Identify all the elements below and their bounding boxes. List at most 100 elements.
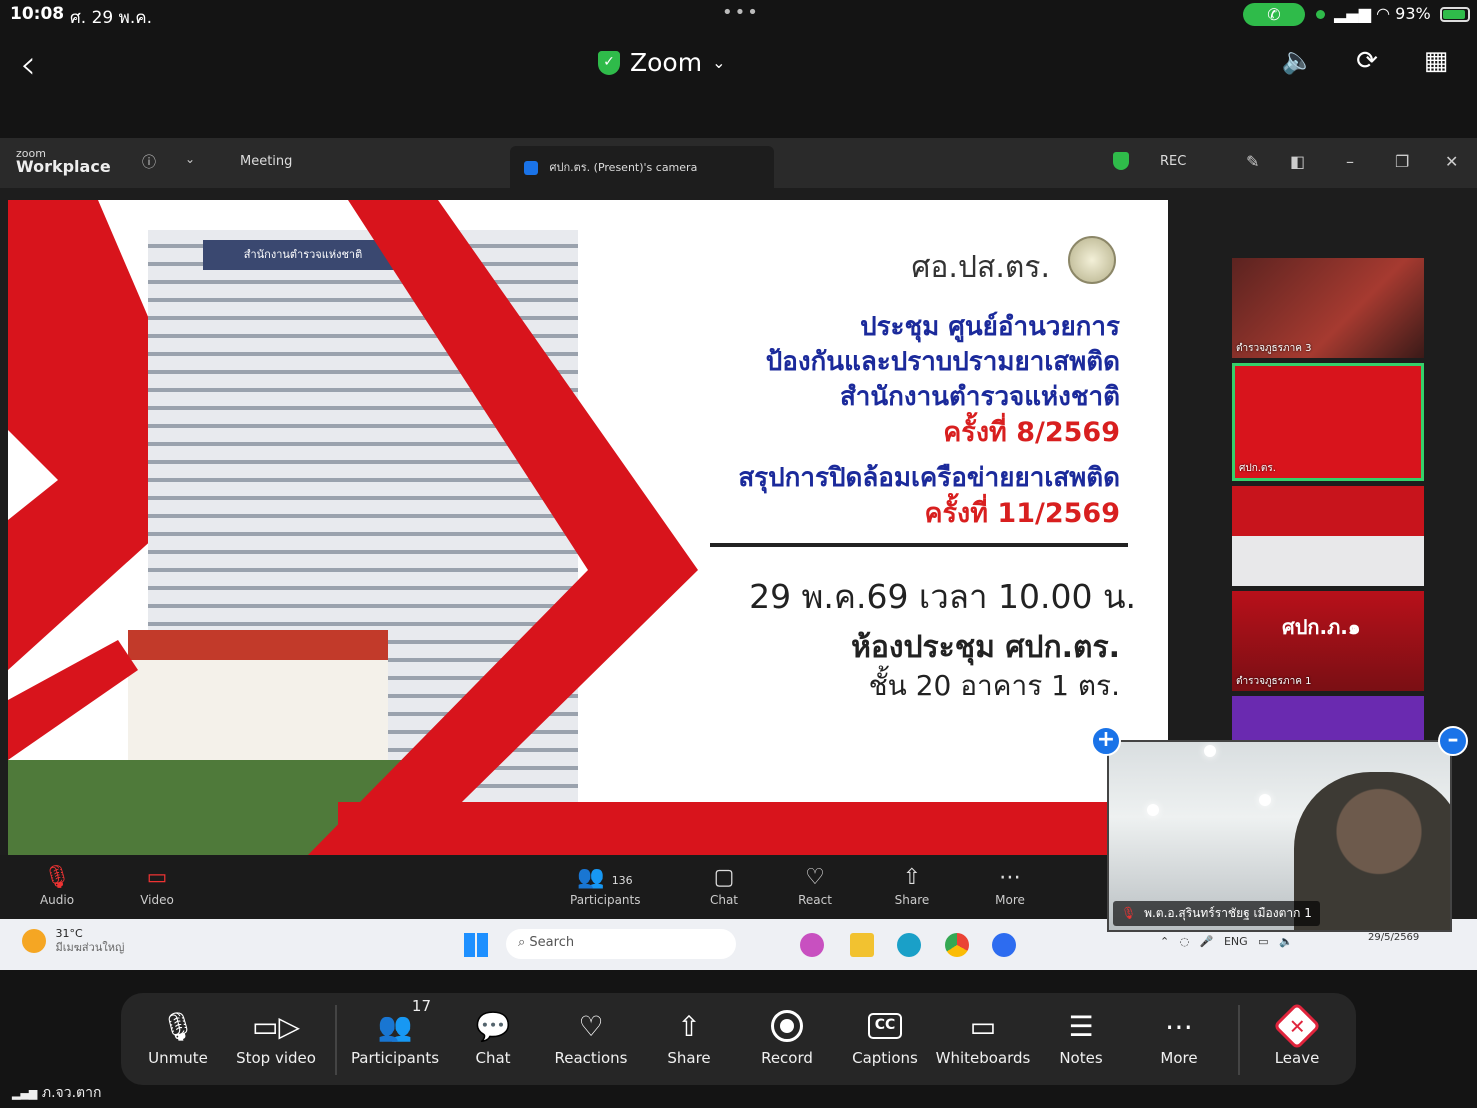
- zoom-header: ‹ ✓ Zoom ⌄ 🔈 ⟳ ▦: [0, 30, 1477, 108]
- more-icon: ⋯: [1165, 1009, 1193, 1043]
- minimize-icon: –: [1346, 152, 1354, 171]
- chat-button[interactable]: 💬 Chat: [445, 1007, 541, 1068]
- status-date: ศ. 29 พ.ค.: [70, 8, 153, 28]
- leave-icon: ✕: [1249, 1001, 1345, 1051]
- language-indicator: ENG: [1223, 935, 1248, 948]
- toolbar-separator: [335, 1005, 337, 1075]
- participant-strip: ตำรวจภูธรภาค 3 ศปก.ตร. ศปก.ภ.๑ ตำรวจภูธร…: [1232, 258, 1424, 761]
- muted-mic-icon: 🎙: [1121, 906, 1137, 920]
- slide-red-bar: [338, 802, 1168, 855]
- chevron-down-icon: ⌄: [185, 152, 196, 166]
- pen-icon: ✎: [1246, 152, 1260, 171]
- participants-button[interactable]: 👥 17 Participants: [347, 997, 443, 1067]
- notes-button[interactable]: ☰ Notes: [1033, 1007, 1129, 1068]
- more-button[interactable]: ⋯ More: [1131, 1007, 1227, 1068]
- camera-tab-icon: [524, 161, 538, 175]
- edge-icon: [897, 933, 921, 957]
- back-chevron-icon[interactable]: ‹: [20, 42, 36, 88]
- chat-bubble-icon: 💬: [475, 1009, 511, 1043]
- camera-in-use-icon: [1316, 10, 1325, 19]
- signal-icon: ▂▄▆: [12, 1087, 38, 1100]
- tile-banner-text: ศปก.ภ.๑: [1282, 615, 1361, 639]
- more-icon: ⋯: [999, 865, 1021, 890]
- info-icon: ⓘ: [142, 155, 156, 171]
- slide-divider: [710, 543, 1128, 547]
- record-icon: [739, 1007, 835, 1045]
- pc-video-button: ▭ Video: [122, 865, 192, 907]
- pc-shield-icon: [1113, 152, 1129, 170]
- pc-rec-label: REC: [1160, 154, 1187, 169]
- toolbar-separator: [1238, 1005, 1240, 1075]
- taskbar-clock: 29/5/2569: [1368, 931, 1419, 945]
- slide-date: 29 พ.ค.69 เวลา 10.00 น.: [749, 577, 1136, 616]
- pip-minimize-icon[interactable]: –: [1438, 726, 1468, 756]
- slide-line-4: ครั้งที่ 8/2569: [943, 417, 1120, 448]
- carrier-label: ▂▄▆ ภ.จว.ตาก: [12, 1085, 102, 1101]
- pc-zoom-toolbar: 🎙 Audio ▭ Video 👥 136 Participants ▢ Cha…: [0, 855, 1108, 919]
- status-indicators: ▂▄▆ ◠ 93%: [1316, 4, 1470, 23]
- muted-mic-icon: 🎙: [160, 1009, 196, 1043]
- pc-share-button: ⇧ Share: [877, 865, 947, 907]
- speaker-icon[interactable]: 🔈: [1280, 46, 1316, 82]
- muted-mic-icon: 🎙: [43, 865, 71, 890]
- weather-desc: มีเมฆส่วนใหญ่: [55, 941, 125, 954]
- participant-tile: ศปก.ภ.๑ ตำรวจภูธรภาค 1: [1232, 591, 1424, 691]
- reactions-button[interactable]: ♡ Reactions: [543, 1007, 639, 1068]
- meeting-title-label: Zoom: [630, 48, 703, 77]
- multitask-dots-icon[interactable]: •••: [722, 2, 760, 23]
- chevron-down-icon: ⌄: [712, 53, 726, 72]
- slide-line-5: สรุปการปิดล้อมเครือข่ายยาเสพติด: [738, 463, 1120, 493]
- pc-camera-tab-label: ศปก.ตร. (Present)'s camera: [549, 161, 698, 174]
- slide-floor: ชั้น 20 อาคาร 1 ตร.: [868, 669, 1120, 702]
- windows-start-icon: [464, 933, 488, 957]
- notes-icon: ☰: [1068, 1009, 1094, 1043]
- leave-button[interactable]: ✕ Leave: [1249, 1001, 1345, 1067]
- zoom-app-icon: [992, 933, 1016, 957]
- video-off-icon: ▭: [146, 865, 168, 890]
- pc-zoom-titlebar: zoom Workplace ⓘ ⌄ Meeting ศปก.ตร. (Pres…: [0, 138, 1477, 188]
- chat-icon: ▢: [713, 865, 735, 890]
- grid-view-icon[interactable]: ▦: [1418, 46, 1454, 82]
- pc-chat-button: ▢ Chat: [689, 865, 759, 907]
- meeting-title[interactable]: ✓ Zoom ⌄: [598, 48, 725, 77]
- system-tray: ⌃ ◌ 🎤 ENG ▭ 🔈: [1160, 935, 1293, 948]
- wifi-icon: ◠: [1376, 4, 1391, 23]
- participant-tile: ตำรวจภูธรภาค 3: [1232, 258, 1424, 358]
- record-button[interactable]: Record: [739, 1007, 835, 1067]
- taskbar-search: ⌕ Search: [506, 929, 736, 959]
- heart-icon: ♡: [578, 1009, 604, 1043]
- share-icon: ⇧: [902, 865, 922, 890]
- self-video-tile[interactable]: 🎙 พ.ต.อ.สุรินทร์ราชัยฐ เมืองตาก 1: [1107, 740, 1452, 932]
- whiteboard-icon: ▭: [969, 1009, 997, 1043]
- participant-tile: [1232, 486, 1424, 586]
- participants-count: 17: [411, 997, 431, 1015]
- pc-audio-button: 🎙 Audio: [22, 865, 92, 907]
- pc-participants-button: 👥 136 Participants: [570, 865, 641, 907]
- active-call-icon[interactable]: ✆: [1243, 3, 1305, 26]
- folder-icon: [850, 933, 874, 957]
- participants-icon: 👥 136: [577, 865, 633, 890]
- video-camera-icon: ▭▷: [252, 1009, 300, 1043]
- captions-button[interactable]: CC Captions: [837, 1007, 933, 1067]
- weather-sun-icon: [22, 929, 46, 953]
- signal-icon: ▂▄▆: [1334, 4, 1372, 23]
- status-time: 10:08: [10, 4, 65, 24]
- pip-expand-icon[interactable]: +: [1091, 726, 1121, 756]
- switch-camera-icon[interactable]: ⟳: [1349, 46, 1385, 82]
- participants-icon: 👥 17: [377, 997, 431, 1043]
- zoom-workplace-logo: zoom Workplace: [16, 147, 111, 176]
- unmute-button[interactable]: 🎙 Unmute: [130, 1007, 226, 1068]
- share-icon: ⇧: [677, 1009, 701, 1043]
- meeting-toolbar: 🎙 Unmute ▭▷ Stop video 👥 17 Participants …: [121, 993, 1356, 1085]
- pc-more-button: ⋯ More: [975, 865, 1045, 907]
- weather-widget: 31°C มีเมฆส่วนใหญ่: [22, 927, 124, 955]
- share-button[interactable]: ⇧ Share: [641, 1007, 737, 1068]
- slide-line-6: ครั้งที่ 11/2569: [924, 498, 1120, 529]
- copilot-icon: [800, 933, 824, 957]
- slide-line-1: ประชุม ศูนย์อำนวยการ: [860, 312, 1120, 342]
- pc-react-button: ♡ React: [780, 865, 850, 907]
- participant-tile-active: ศปก.ตร.: [1232, 363, 1424, 481]
- stop-video-button[interactable]: ▭▷ Stop video: [228, 1007, 324, 1068]
- magnifier-logo-icon: [1068, 236, 1116, 284]
- whiteboards-button[interactable]: ▭ Whiteboards: [935, 1007, 1031, 1068]
